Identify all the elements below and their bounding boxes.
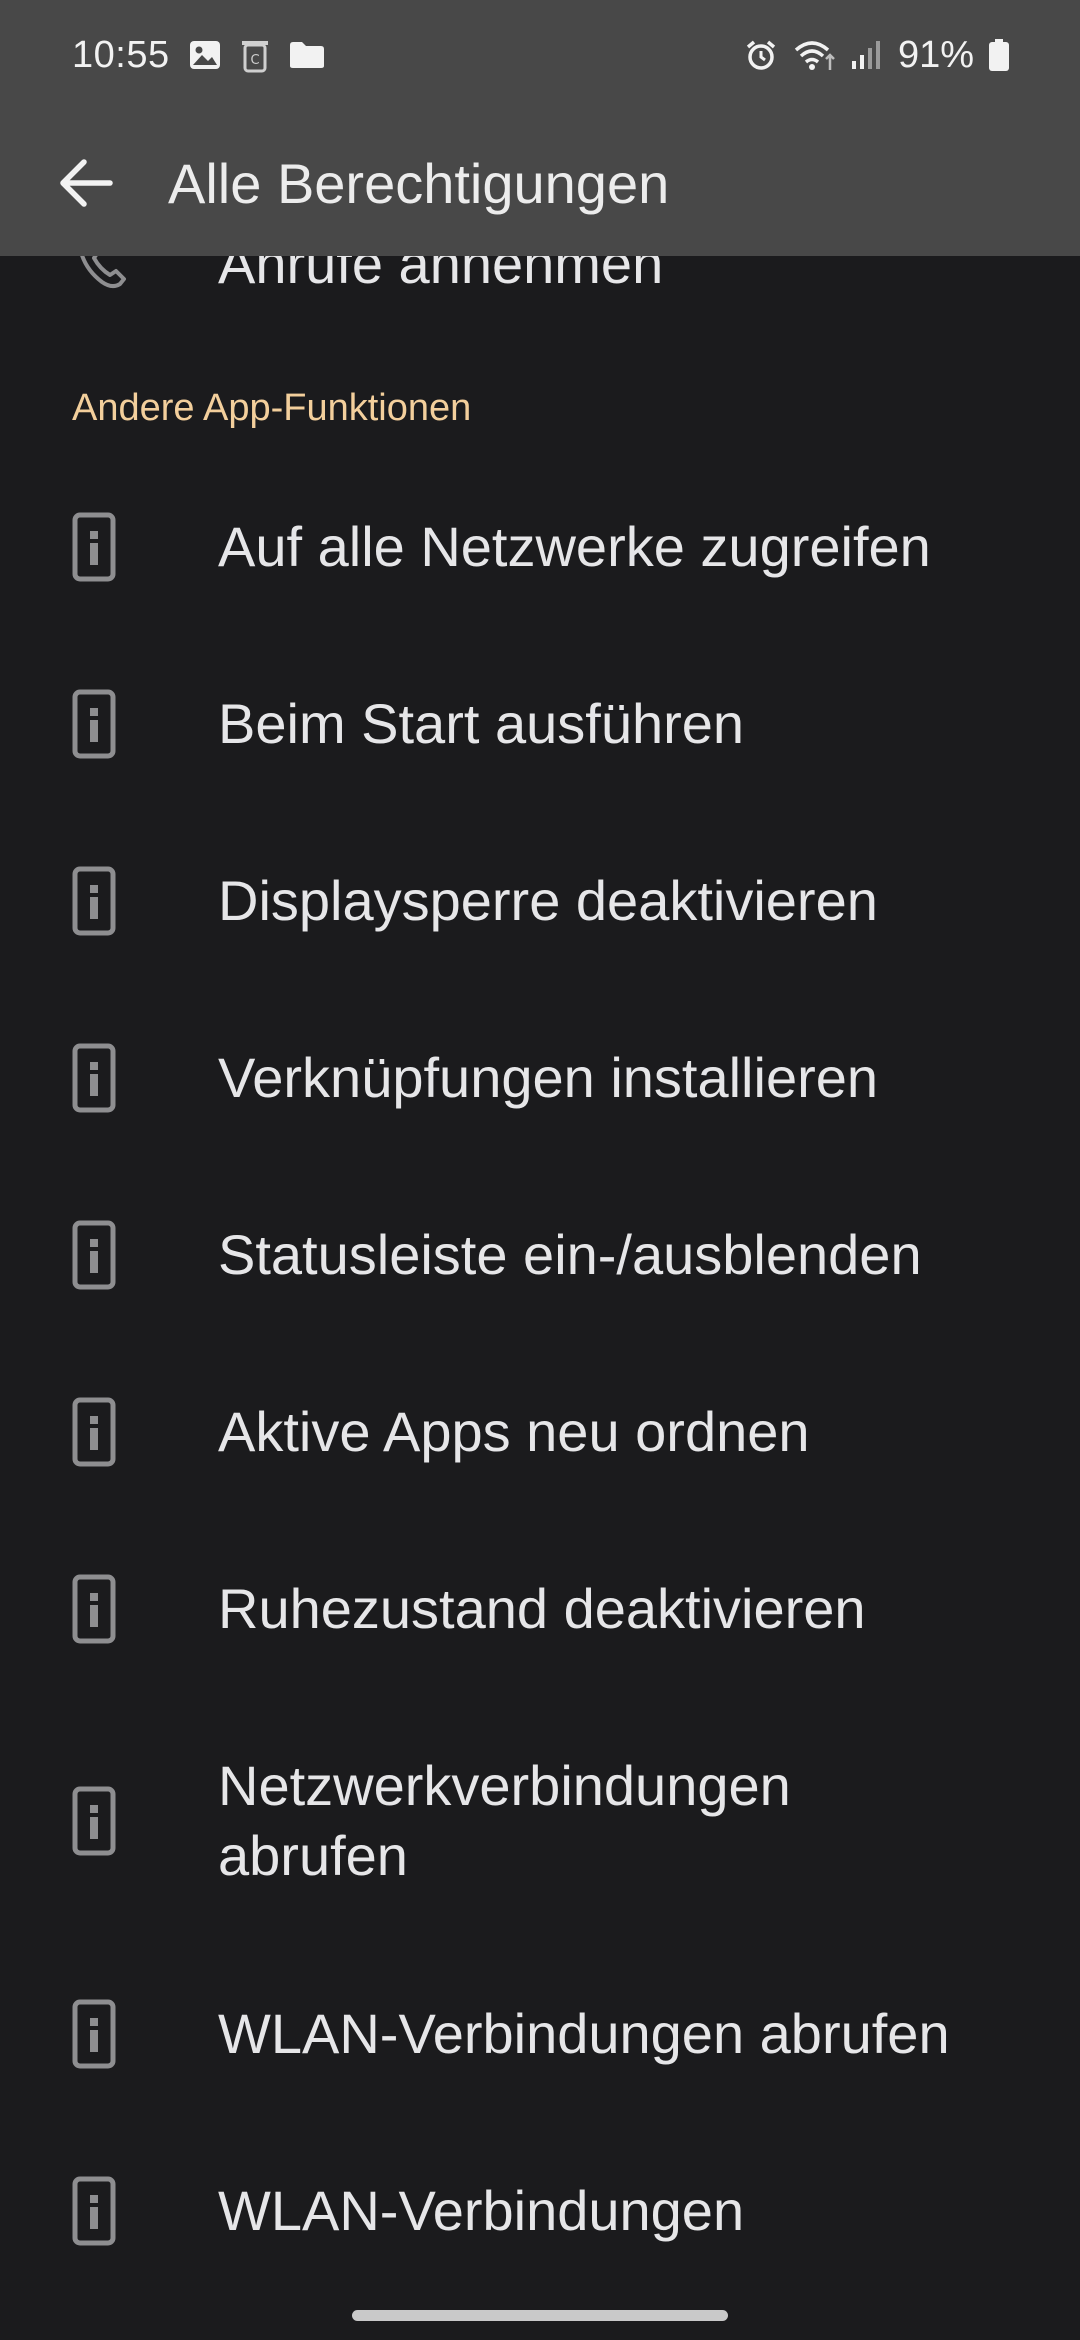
list-item[interactable]: Beim Start ausführen bbox=[0, 635, 1080, 812]
list-item-label: Displaysperre deaktivieren bbox=[218, 868, 878, 932]
list-item[interactable]: Auf alle Netzwerke zugreifen bbox=[0, 458, 1080, 635]
list-item-label: Statusleiste ein-/ausblenden bbox=[218, 1222, 922, 1286]
alarm-icon bbox=[744, 38, 778, 72]
status-time: 10:55 bbox=[72, 33, 170, 76]
back-button[interactable] bbox=[56, 153, 116, 213]
gesture-navigation-handle[interactable] bbox=[352, 2310, 728, 2321]
info-device-icon bbox=[72, 1220, 142, 1290]
app-bar: Alle Berechtigungen bbox=[0, 110, 1080, 256]
list-item[interactable]: Verknüpfungen installieren bbox=[0, 989, 1080, 1166]
list-item-label: Verknüpfungen installieren bbox=[218, 1045, 879, 1109]
list-item[interactable]: Ruhezustand deaktivieren bbox=[0, 1520, 1080, 1697]
info-device-icon bbox=[72, 1397, 142, 1467]
info-device-icon bbox=[72, 1999, 142, 2069]
battery-percentage: 91% bbox=[897, 33, 974, 76]
list-item-label: Netzwerkverbindungen abrufen bbox=[218, 1754, 791, 1887]
folder-icon bbox=[288, 40, 326, 70]
list-item[interactable]: Netzwerkverbindungen abrufen bbox=[0, 1697, 1080, 1945]
list-item[interactable]: Statusleiste ein-/ausblenden bbox=[0, 1166, 1080, 1343]
list-item-partial[interactable]: Anrufe annehmen bbox=[0, 256, 1080, 316]
list-item[interactable]: Aktive Apps neu ordnen bbox=[0, 1343, 1080, 1520]
info-device-icon bbox=[72, 1574, 142, 1644]
battery-icon bbox=[988, 38, 1010, 72]
info-device-icon bbox=[72, 2176, 142, 2246]
svg-text:C: C bbox=[250, 53, 259, 68]
page-title: Alle Berechtigungen bbox=[168, 151, 670, 215]
list-item-label: Ruhezustand deaktivieren bbox=[218, 1576, 866, 1640]
wifi-icon bbox=[792, 38, 836, 72]
status-bar: 10:55 C 91% bbox=[0, 0, 1080, 110]
image-icon bbox=[188, 38, 222, 72]
list-item[interactable]: WLAN-Verbindungen bbox=[0, 2122, 1080, 2299]
section-title: Andere App-Funktionen bbox=[72, 387, 472, 429]
info-device-icon bbox=[72, 512, 142, 582]
recycle-bin-icon: C bbox=[240, 37, 270, 73]
permissions-list[interactable]: Anrufe annehmen Andere App-Funktionen Au… bbox=[0, 256, 1080, 2340]
list-item-label: WLAN-Verbindungen abrufen bbox=[218, 2001, 950, 2065]
list-item[interactable]: Displaysperre deaktivieren bbox=[0, 812, 1080, 989]
list-item[interactable]: WLAN-Verbindungen abrufen bbox=[0, 1945, 1080, 2122]
list-item-label: Beim Start ausführen bbox=[218, 691, 745, 755]
list-item-label: Anrufe annehmen bbox=[218, 256, 664, 295]
list-item-label: Auf alle Netzwerke zugreifen bbox=[218, 514, 931, 578]
signal-icon bbox=[850, 39, 884, 71]
list-item-label: Aktive Apps neu ordnen bbox=[218, 1399, 810, 1463]
info-device-icon bbox=[72, 689, 142, 759]
arrow-left-icon bbox=[60, 159, 113, 207]
info-device-icon bbox=[72, 1043, 142, 1113]
list-item-label: WLAN-Verbindungen bbox=[218, 2178, 745, 2242]
info-device-icon bbox=[72, 1786, 142, 1856]
phone-icon bbox=[72, 256, 142, 294]
info-device-icon bbox=[72, 866, 142, 936]
